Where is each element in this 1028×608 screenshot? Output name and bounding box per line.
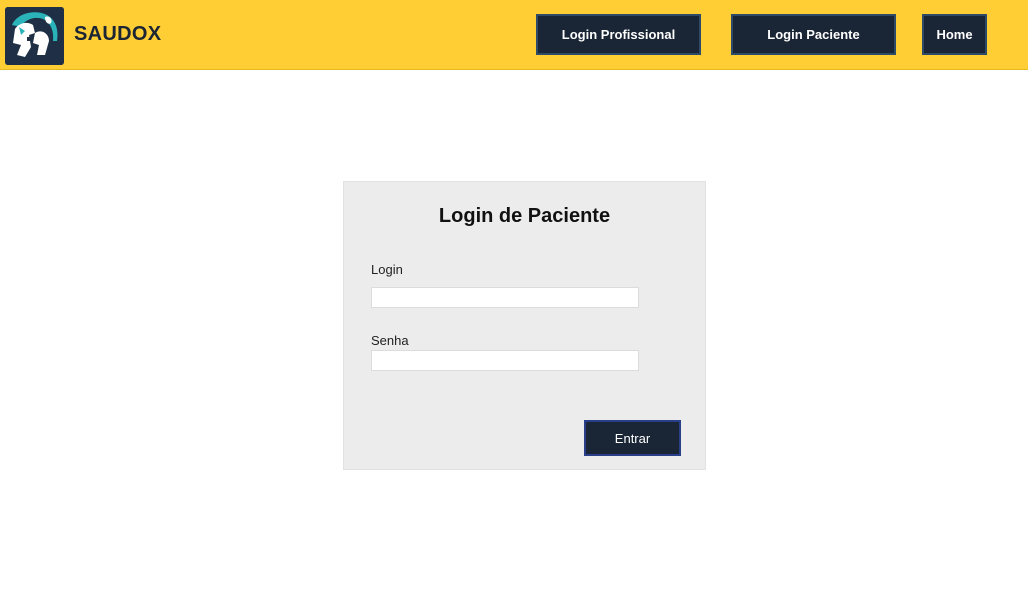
senha-input[interactable]	[371, 350, 639, 371]
saudox-logo-icon[interactable]	[5, 7, 64, 65]
senha-label: Senha	[371, 333, 409, 348]
top-header: SAUDOX Login Profissional Login Paciente…	[0, 0, 1028, 70]
home-button[interactable]: Home	[922, 14, 987, 55]
page-title: Login de Paciente	[438, 205, 611, 227]
login-paciente-button[interactable]: Login Paciente	[731, 14, 896, 55]
login-panel: Login de Paciente Login Senha Entrar	[343, 181, 706, 470]
login-label: Login	[371, 262, 403, 277]
brand-name: SAUDOX	[74, 23, 162, 45]
login-profissional-button[interactable]: Login Profissional	[536, 14, 701, 55]
entrar-button[interactable]: Entrar	[584, 420, 681, 456]
login-input[interactable]	[371, 287, 639, 308]
